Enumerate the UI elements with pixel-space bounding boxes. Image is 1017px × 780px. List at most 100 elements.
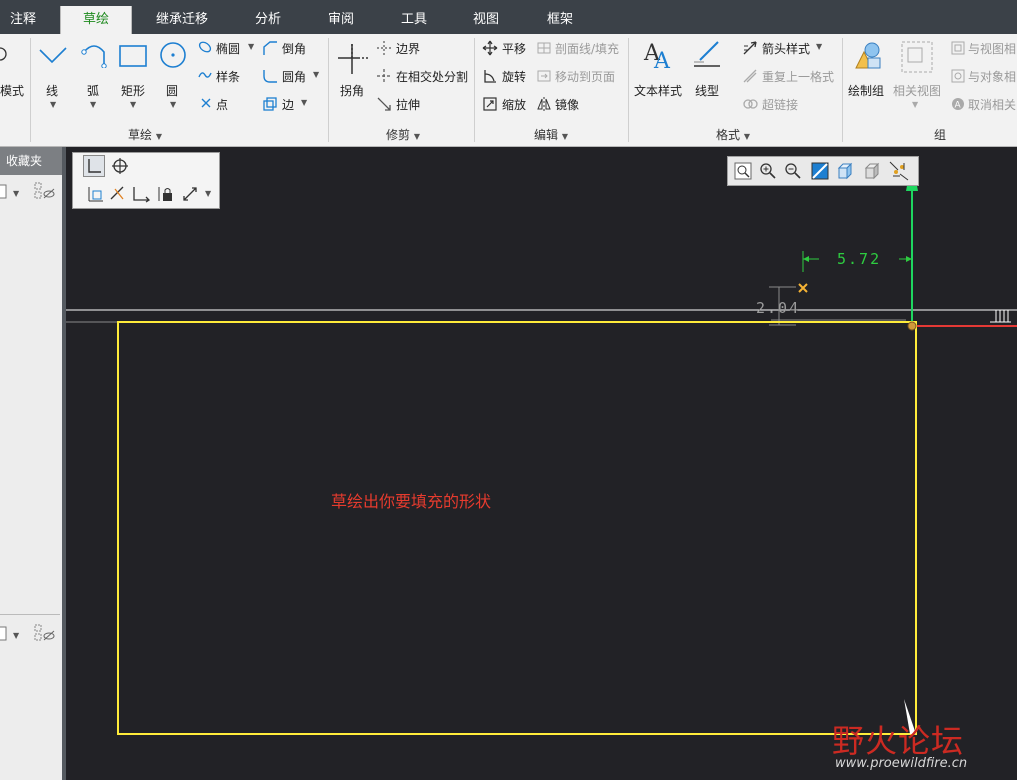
divide-icon bbox=[377, 69, 391, 83]
arrow-style-dropdown-icon[interactable]: ▼ bbox=[816, 42, 822, 51]
edge-dropdown-icon[interactable]: ▼ bbox=[301, 98, 307, 107]
instruction-annotation: 草绘出你要填充的形状 bbox=[331, 492, 492, 511]
boundary-button[interactable]: 边界 bbox=[396, 40, 420, 57]
related-view-dropdown-icon[interactable]: ▼ bbox=[912, 100, 918, 109]
spline-button[interactable]: 样条 bbox=[216, 68, 240, 85]
datum-display-icon[interactable] bbox=[888, 160, 910, 182]
dimension-vertical[interactable]: 2.04 bbox=[756, 299, 800, 317]
rectangle-icon bbox=[119, 45, 147, 67]
mirror-button[interactable]: 镜像 bbox=[555, 96, 579, 113]
corner-button[interactable]: 拐角 bbox=[340, 82, 364, 99]
drawing-canvas[interactable]: 5.72 2.04 bbox=[66, 147, 1017, 780]
refit-icon[interactable] bbox=[734, 162, 752, 180]
show-hide-icon[interactable] bbox=[34, 181, 56, 201]
show-hide-icon-lower[interactable] bbox=[34, 623, 56, 643]
snap-tangent-icon[interactable] bbox=[109, 185, 127, 203]
coordinate-system-icon[interactable] bbox=[83, 155, 105, 177]
tab-view[interactable]: 视图 bbox=[464, 6, 508, 34]
arc-dropdown-icon[interactable]: ▼ bbox=[90, 100, 96, 109]
group-label-format[interactable]: 格式 ▼ bbox=[716, 126, 750, 143]
unrelate-button[interactable]: 取消相关 bbox=[968, 96, 1016, 113]
list-view-icon[interactable]: ▼ bbox=[0, 183, 26, 201]
ellipse-dropdown-icon[interactable]: ▼ bbox=[248, 42, 254, 51]
group-label-sketch[interactable]: 草绘 ▼ bbox=[128, 126, 162, 143]
tab-inherit-migrate[interactable]: 继承迁移 bbox=[148, 6, 216, 34]
relate-to-object-icon bbox=[951, 69, 965, 83]
sheet-setup-icon[interactable] bbox=[863, 162, 883, 180]
dimension-horizontal[interactable]: 5.72 bbox=[837, 250, 881, 268]
panel-divider bbox=[0, 614, 60, 615]
crosshair-icon[interactable] bbox=[111, 157, 129, 175]
draw-group-icon bbox=[855, 42, 881, 69]
scale-icon bbox=[483, 97, 497, 111]
edge-icon bbox=[263, 97, 277, 111]
related-view-button[interactable]: 相关视图 bbox=[893, 82, 941, 99]
tab-annotate[interactable]: 注释 bbox=[0, 6, 46, 34]
rectangle-button[interactable]: 矩形 bbox=[121, 82, 145, 99]
line-style-button[interactable]: 线型 bbox=[695, 82, 719, 99]
repaint-icon[interactable] bbox=[811, 162, 829, 180]
scale-button[interactable]: 缩放 bbox=[502, 96, 526, 113]
origin-point bbox=[907, 321, 917, 331]
group-label-trim[interactable]: 修剪 ▼ bbox=[386, 126, 420, 143]
tab-analysis[interactable]: 分析 bbox=[246, 6, 290, 34]
snap-vertex-icon[interactable] bbox=[87, 185, 105, 203]
fillet-button[interactable]: 圆角 bbox=[282, 68, 306, 85]
line-button[interactable]: 线 bbox=[46, 82, 58, 99]
line-dropdown-icon[interactable]: ▼ bbox=[50, 100, 56, 109]
list-view-icon-lower[interactable]: ▼ bbox=[0, 625, 26, 643]
move-to-page-button[interactable]: 移动到页面 bbox=[555, 68, 615, 85]
text-style-icon: AA bbox=[643, 41, 671, 72]
fillet-dropdown-icon[interactable]: ▼ bbox=[313, 70, 319, 79]
hyperlink-button[interactable]: 超链接 bbox=[762, 96, 798, 113]
arc-button[interactable]: 弧 bbox=[87, 82, 99, 99]
mode-button[interactable]: 模式 bbox=[0, 82, 24, 99]
point-icon bbox=[201, 98, 211, 108]
spline-icon bbox=[198, 72, 212, 78]
group-label-group[interactable]: 组 bbox=[934, 126, 946, 143]
tab-frame[interactable]: 框架 bbox=[538, 6, 582, 34]
dimension-tool-icon[interactable] bbox=[181, 185, 199, 203]
chamfer-button[interactable]: 倒角 bbox=[282, 40, 306, 57]
corner-icon bbox=[338, 44, 368, 74]
snap-axis-icon[interactable] bbox=[131, 185, 151, 203]
line-icon bbox=[39, 47, 67, 64]
arc-icon bbox=[81, 45, 107, 68]
left-panel: 收藏夹 ▼ ▼ bbox=[0, 147, 62, 780]
tab-review[interactable]: 审阅 bbox=[318, 6, 364, 34]
xhatch-icon bbox=[537, 42, 551, 54]
divide-at-intersection-button[interactable]: 在相交处分割 bbox=[396, 68, 468, 85]
chamfer-icon bbox=[263, 41, 277, 55]
circle-dropdown-icon[interactable]: ▼ bbox=[170, 100, 176, 109]
hyperlink-icon bbox=[743, 99, 758, 109]
arrow-style-button[interactable]: 箭头样式 bbox=[762, 40, 810, 57]
edge-button[interactable]: 边 bbox=[282, 96, 294, 113]
group-label-edit[interactable]: 编辑 ▼ bbox=[534, 126, 568, 143]
tab-sketch[interactable]: 草绘 bbox=[60, 6, 132, 34]
zoom-in-icon[interactable] bbox=[759, 162, 777, 180]
ellipse-button[interactable]: 椭圆 bbox=[216, 40, 240, 57]
view-toolbar bbox=[727, 156, 919, 186]
translate-button[interactable]: 平移 bbox=[502, 40, 526, 57]
ribbon-panel: 模式 线 ▼ 弧 ▼ 矩形 ▼ 圆 ▼ 椭圆 ▼ 样条 点 倒角 圆角 ▼ 边 … bbox=[0, 34, 1017, 147]
rectangle-dropdown-icon[interactable]: ▼ bbox=[130, 100, 136, 109]
relate-to-view-button[interactable]: 与视图相 bbox=[968, 40, 1016, 57]
text-style-button[interactable]: 文本样式 bbox=[634, 82, 682, 99]
circle-icon bbox=[160, 42, 186, 68]
draw-group-button[interactable]: 绘制组 bbox=[848, 82, 884, 99]
xhatch-button[interactable]: 剖面线/填充 bbox=[555, 40, 619, 57]
lock-icon[interactable] bbox=[157, 185, 175, 203]
tab-tools[interactable]: 工具 bbox=[392, 6, 436, 34]
ellipse-icon bbox=[198, 41, 212, 53]
point-button[interactable]: 点 bbox=[216, 96, 228, 113]
stretch-button[interactable]: 拉伸 bbox=[396, 96, 420, 113]
repeat-format-button[interactable]: 重复上一格式 bbox=[762, 68, 834, 85]
relate-to-object-button[interactable]: 与对象相 bbox=[968, 68, 1016, 85]
rotate-button[interactable]: 旋转 bbox=[502, 68, 526, 85]
circle-button[interactable]: 圆 bbox=[166, 82, 178, 99]
sketch-tools-palette: ▼ bbox=[72, 152, 220, 209]
display-style-icon[interactable] bbox=[837, 162, 855, 180]
zoom-out-icon[interactable] bbox=[784, 162, 802, 180]
palette-dropdown-icon[interactable]: ▼ bbox=[205, 189, 211, 198]
ribbon-tab-bar: 注释 草绘 继承迁移 分析 审阅 工具 视图 框架 bbox=[0, 6, 1017, 34]
